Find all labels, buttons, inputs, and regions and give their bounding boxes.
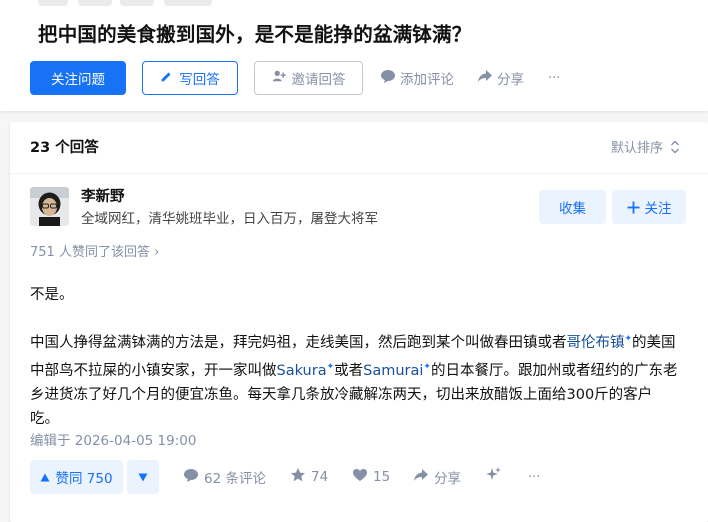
ai-sparkle-button[interactable] [484,460,507,494]
collect-button[interactable]: 收集 [539,190,606,224]
keyword-link-samurai[interactable]: Samurai✦ [363,361,431,379]
keyword-link-columbus[interactable]: 哥伦布镇✦ [566,334,633,351]
header-divider [10,173,708,174]
plus-icon [627,201,640,214]
sparkle-icon: ✦ [326,361,335,372]
heart-icon [352,467,373,487]
more-dots-label: ··· [548,70,561,86]
comments-button[interactable]: 62 条评论 [183,460,266,494]
upvote-label: 赞同 750 [55,471,113,487]
downvote-button[interactable] [127,460,159,494]
keyword-link-text: Samurai [363,362,424,379]
question-title: 把中国的美食搬到国外，是不是能挣的盆满钵满？ [38,23,472,46]
header-tag-stub [78,0,112,6]
follow-question-button[interactable]: 关注问题 [30,61,126,95]
answer-count: 23 个回答 [30,140,99,156]
sparkle-icon: ✦ [624,334,633,344]
star-icon [290,467,311,487]
sort-switch-icon [670,140,680,154]
collect-label: 收集 [559,201,586,217]
text-segment: 或者 [334,362,364,379]
answer-paragraph-2: 中国人挣得盆满钵满的方法是，拜完妈祖，走线美国，然后跑到某个叫做春田镇或者哥伦布… [30,327,680,431]
invite-answer-button[interactable]: 邀请回答 [254,61,363,95]
write-answer-label: 写回答 [179,72,220,88]
comments-label: 62 条评论 [204,471,266,487]
question-more-button[interactable]: ··· [548,61,560,95]
text-segment: 中国人挣得盆满钵满的方法是，拜完妈祖，走线美国，然后跑到某个叫做春田镇或者 [30,334,567,351]
ai-sparkle-icon [484,466,507,488]
add-comment-button[interactable]: 添加评论 [380,61,454,95]
upvote-summary[interactable]: 751 人赞同了该回答 › [30,241,159,260]
pencil-icon [160,70,179,87]
share-answer-label: 分享 [434,471,461,487]
header-tag-stub [38,0,68,6]
author-headline: 全域网红，清华姚班毕业，日入百万，屠登大将军 [81,211,378,227]
upvote-button[interactable]: 赞同 750 [30,460,123,494]
follow-question-label: 关注问题 [51,72,105,88]
write-answer-button[interactable]: 写回答 [142,61,238,95]
answer-paragraph-1: 不是。 [30,287,74,303]
keyword-link-text: 哥伦布镇 [566,334,625,351]
invite-person-icon [272,69,292,87]
triangle-down-icon [138,473,148,482]
star-count: 74 [311,469,329,485]
question-header: 把中国的美食搬到国外，是不是能挣的盆满钵满？ 关注问题 写回答 邀请回答 添加评… [0,0,708,111]
follow-author-label: 关注 [644,201,672,217]
share-answer-button[interactable]: 分享 [413,460,461,494]
comment-bubble-icon [380,68,400,88]
header-tag-stub [164,0,212,6]
header-tag-stub [120,0,154,6]
sort-dropdown[interactable]: 默认排序 [611,137,680,156]
share-question-label: 分享 [497,72,524,88]
answer-more-button[interactable]: ··· [528,460,540,494]
author-avatar[interactable] [30,187,69,226]
edited-timestamp[interactable]: 编辑于 2026-04-05 19:00 [30,429,196,449]
keyword-link-text: Sakura [276,362,327,379]
keyword-link-sakura[interactable]: Sakura✦ [276,361,335,379]
follow-author-button[interactable]: 关注 [612,190,686,224]
like-button[interactable]: 15 [352,460,390,494]
invite-answer-label: 邀请回答 [291,72,346,88]
answer-list-card: 23 个回答 默认排序 李新野 全域网红，清华姚班毕业，日入百万，屠登大将军 收… [10,122,708,522]
star-button[interactable]: 74 [290,460,328,494]
comment-bubble-icon [183,467,204,487]
share-arrow-icon [477,68,497,88]
share-question-button[interactable]: 分享 [477,61,524,95]
add-comment-label: 添加评论 [400,72,454,88]
sort-label: 默认排序 [610,141,663,156]
like-count: 15 [373,469,391,485]
share-arrow-icon [413,467,434,487]
triangle-up-icon [40,473,50,482]
sparkle-icon: ✦ [423,361,431,372]
more-dots-label: ··· [528,469,541,485]
author-name[interactable]: 李新野 [81,185,125,206]
